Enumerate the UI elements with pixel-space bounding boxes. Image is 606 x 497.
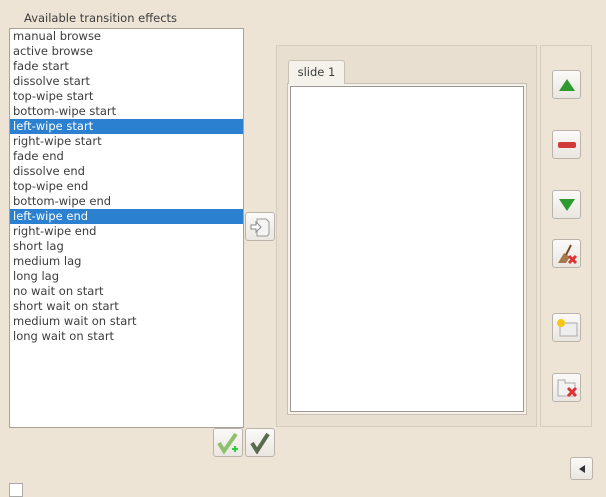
list-item[interactable]: long lag [10, 269, 243, 284]
list-title: Available transition effects [24, 11, 178, 25]
check-icon [250, 432, 270, 454]
list-item[interactable]: fade start [10, 59, 243, 74]
slide-canvas[interactable] [290, 86, 524, 412]
list-item[interactable]: no wait on start [10, 284, 243, 299]
list-item[interactable]: medium wait on start [10, 314, 243, 329]
move-up-button[interactable] [552, 70, 581, 99]
list-item[interactable]: active browse [10, 44, 243, 59]
collapse-button[interactable] [570, 457, 593, 480]
accept-button[interactable] [245, 428, 275, 457]
list-item[interactable]: bottom-wipe start [10, 104, 243, 119]
arrow-down-icon [558, 198, 575, 211]
list-item[interactable]: dissolve end [10, 164, 243, 179]
accept-add-button[interactable] [213, 428, 243, 457]
triangle-left-icon [578, 464, 585, 473]
list-item[interactable]: manual browse [10, 29, 243, 44]
delete-slide-icon [557, 379, 577, 397]
remove-button[interactable] [552, 130, 581, 159]
insert-icon [250, 218, 270, 236]
list-item[interactable]: fade end [10, 149, 243, 164]
effects-list[interactable]: manual browse active browse fade start diss… [9, 28, 244, 428]
check-plus-icon [217, 432, 238, 454]
list-item[interactable]: top-wipe end [10, 179, 243, 194]
new-slide-icon [556, 318, 577, 336]
list-item[interactable]: left-wipe end [10, 209, 243, 224]
list-item[interactable]: dissolve start [10, 74, 243, 89]
delete-slide-button[interactable] [552, 373, 581, 402]
list-item[interactable]: medium lag [10, 254, 243, 269]
clear-button[interactable] [552, 239, 581, 268]
minus-icon [557, 141, 576, 148]
list-item[interactable]: short lag [10, 239, 243, 254]
arrow-up-icon [558, 78, 575, 91]
new-slide-button[interactable] [552, 313, 581, 342]
checkbox[interactable] [9, 483, 23, 497]
list-item[interactable]: right-wipe end [10, 224, 243, 239]
move-down-button[interactable] [552, 190, 581, 219]
list-item[interactable]: long wait on start [10, 329, 243, 344]
tab-slide-1[interactable]: slide 1 [288, 60, 345, 84]
insert-effect-button[interactable] [245, 212, 275, 241]
list-item[interactable]: top-wipe start [10, 89, 243, 104]
broom-clear-icon [557, 244, 577, 264]
list-item[interactable]: bottom-wipe end [10, 194, 243, 209]
list-item[interactable]: short wait on start [10, 299, 243, 314]
toolbar-panel [540, 45, 592, 427]
list-item[interactable]: left-wipe start [10, 119, 243, 134]
list-item[interactable]: right-wipe start [10, 134, 243, 149]
